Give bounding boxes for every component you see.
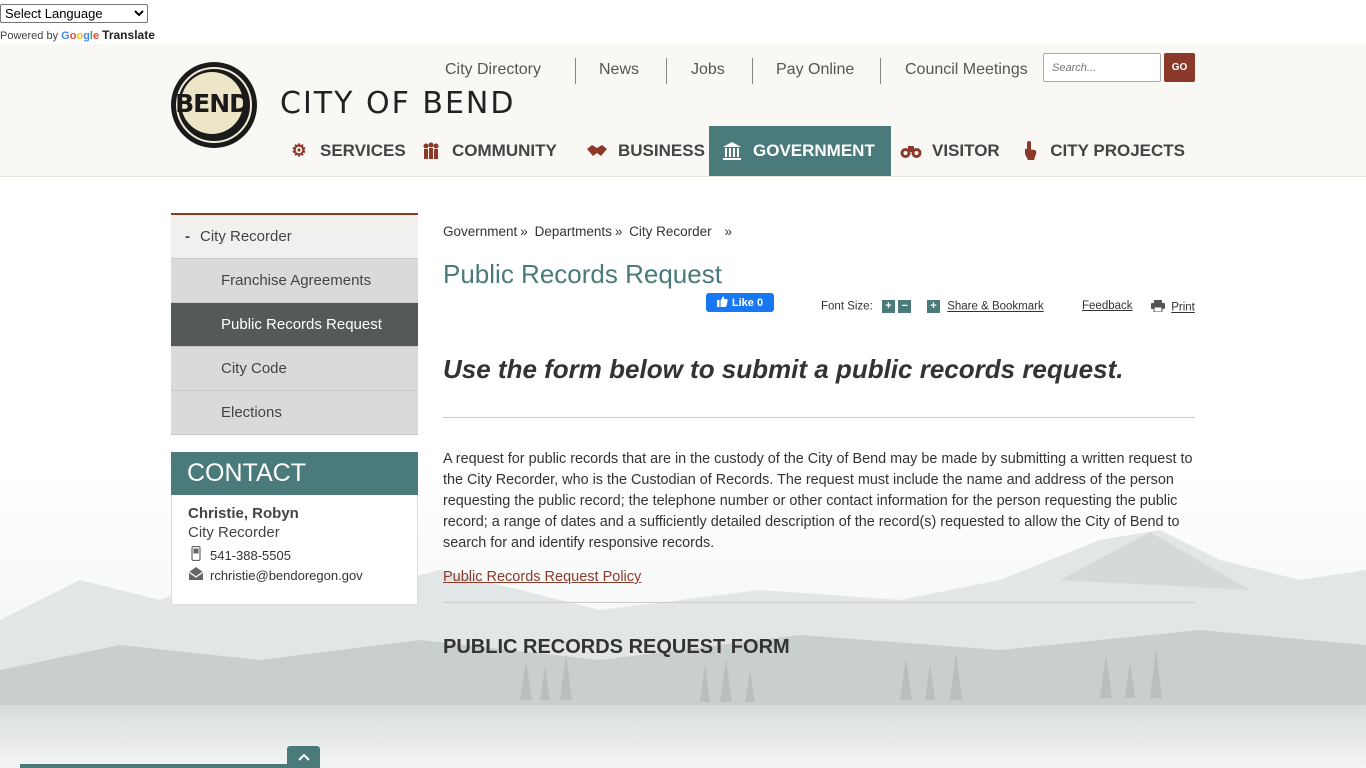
nav-label: BUSINESS [618,141,705,160]
breadcrumb-city-recorder[interactable]: City Recorder [629,224,712,239]
form-heading: PUBLIC RECORDS REQUEST FORM [443,636,790,658]
envelope-icon [188,567,204,584]
chevron-up-icon[interactable] [287,746,320,768]
divider [752,58,753,84]
nav-label: GOVERNMENT [753,141,875,160]
handshake-icon [586,140,608,162]
font-decrease-icon[interactable]: − [898,300,912,313]
divider [666,58,667,84]
top-link-jobs[interactable]: Jobs [691,61,725,79]
nav-business[interactable]: BUSINESS [586,126,705,176]
top-link-news[interactable]: News [599,61,639,79]
nav-label: COMMUNITY [452,141,557,160]
contact-email-row: rchristie@bendoregon.gov [188,567,363,584]
print[interactable]: Print [1151,300,1195,315]
divider [443,417,1195,418]
share-bookmark-link[interactable]: Share & Bookmark [947,301,1044,313]
language-select[interactable]: Select Language [0,4,148,23]
share-bookmark[interactable]: + Share & Bookmark [927,300,1044,313]
printer-icon [1151,300,1168,315]
collapse-dash: - [185,228,190,245]
contact-name: Christie, Robyn [188,505,299,522]
divider [880,58,881,84]
people-icon [420,140,442,162]
breadcrumb-separator: » [614,224,623,239]
sidebar-item-city-code[interactable]: City Code [171,347,418,391]
binoculars-icon [900,140,922,162]
translate-link[interactable]: Translate [102,28,155,42]
fb-like-label: Like 0 [731,296,764,309]
intro-paragraph: A request for public records that are in… [443,451,1193,551]
breadcrumb: Government» Departments» City Recorder » [443,224,735,239]
sidebar-item-franchise-agreements[interactable]: Franchise Agreements [171,259,418,303]
nav-label: VISITOR [932,141,1000,160]
sidebar-parent-label: City Recorder [200,228,292,245]
nav-city-projects[interactable]: CITY PROJECTS [1020,126,1185,176]
phone-icon [188,545,204,564]
contact-phone-row: 541-388-5505 [188,545,291,564]
capitol-building-icon [721,140,743,162]
contact-heading: CONTACT [171,452,418,495]
sidebar-parent-city-recorder[interactable]: - City Recorder [171,213,418,259]
contact-email-link[interactable]: rchristie@bendoregon.gov [210,568,363,583]
breadcrumb-government[interactable]: Government [443,224,517,239]
gears-icon: ⚙ [291,141,307,160]
feedback[interactable]: Feedback [1082,300,1133,312]
divider [575,58,576,84]
nav-label: CITY PROJECTS [1050,141,1185,160]
font-size-label: Font Size: [821,300,873,313]
feedback-link[interactable]: Feedback [1082,300,1133,312]
powered-by-text: Powered by [0,30,59,42]
google-logo: Google [61,30,100,42]
contact-title: City Recorder [188,524,280,541]
contact-box: CONTACT Christie, Robyn City Recorder 54… [171,452,418,605]
pointer-hand-icon [1020,140,1040,162]
page-title: Public Records Request [443,259,722,289]
search-go-button[interactable]: GO [1164,53,1195,82]
thumbs-up-icon [716,296,728,310]
top-link-city-directory[interactable]: City Directory [445,61,541,79]
powered-by-google: Powered by Google Translate [0,28,155,42]
nav-government[interactable]: GOVERNMENT [709,126,891,176]
search-input[interactable] [1043,53,1161,82]
font-size-control: Font Size: + − [821,300,912,313]
print-link[interactable]: Print [1171,302,1195,314]
breadcrumb-separator: » [724,224,732,239]
nav-visitor[interactable]: VISITOR [900,126,1004,176]
bottom-bar [20,764,320,768]
breadcrumb-departments[interactable]: Departments [535,224,612,239]
plus-square-icon: + [927,300,940,313]
site-title[interactable]: CITY OF BEND [280,86,515,121]
top-link-pay-online[interactable]: Pay Online [776,61,854,79]
google-translate-widget: Select Language Powered by Google Transl… [0,0,160,44]
sidebar-item-public-records-request[interactable]: Public Records Request [171,303,418,347]
sidebar-nav: - City Recorder Franchise Agreements Pub… [171,213,418,435]
sidebar-item-elections[interactable]: Elections [171,391,418,435]
city-logo[interactable]: BEND [171,62,257,148]
nav-services[interactable]: ⚙ SERVICES [288,126,410,176]
facebook-like-button[interactable]: Like 0 [706,293,774,312]
nav-community[interactable]: COMMUNITY [420,126,570,176]
nav-label: SERVICES [320,141,406,160]
breadcrumb-separator: » [520,224,528,239]
divider [443,602,1195,603]
page-subheading: Use the form below to submit a public re… [443,354,1124,384]
font-increase-icon[interactable]: + [881,300,895,313]
policy-link[interactable]: Public Records Request Policy [443,569,641,585]
top-link-council-meetings[interactable]: Council Meetings [905,61,1028,79]
contact-phone[interactable]: 541-388-5505 [210,548,291,563]
logo-text: BEND [175,72,250,134]
